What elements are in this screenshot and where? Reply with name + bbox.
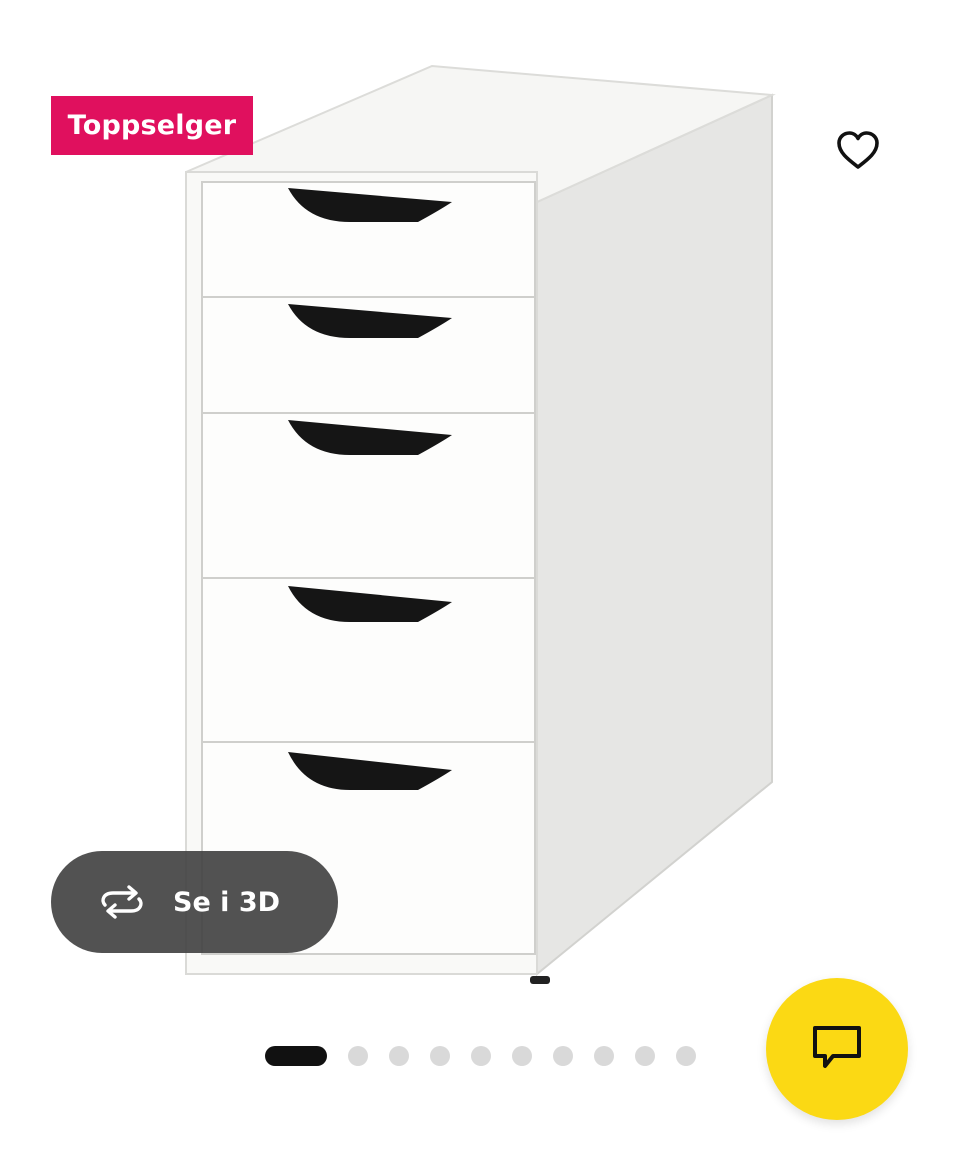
- heart-outline-icon: [837, 131, 879, 169]
- carousel-dot[interactable]: [676, 1046, 696, 1066]
- carousel-dot[interactable]: [348, 1046, 368, 1066]
- chat-button[interactable]: [766, 978, 908, 1120]
- view-in-3d-label: Se i 3D: [173, 886, 281, 918]
- rotate-3d-icon: [95, 882, 151, 922]
- favorite-button[interactable]: [826, 118, 890, 182]
- chat-bubble-icon: [813, 1026, 861, 1068]
- carousel-dot[interactable]: [430, 1046, 450, 1066]
- carousel-dot[interactable]: [389, 1046, 409, 1066]
- carousel-dot[interactable]: [512, 1046, 532, 1066]
- carousel-dot[interactable]: [594, 1046, 614, 1066]
- view-in-3d-button[interactable]: Se i 3D: [51, 851, 338, 953]
- carousel-dot[interactable]: [471, 1046, 491, 1066]
- drawer-fronts: [201, 181, 536, 955]
- carousel-dot[interactable]: [265, 1046, 327, 1066]
- carousel-dot[interactable]: [553, 1046, 573, 1066]
- carousel-dot[interactable]: [635, 1046, 655, 1066]
- top-seller-badge: Toppselger: [51, 96, 253, 155]
- image-carousel-pager: [265, 1046, 696, 1066]
